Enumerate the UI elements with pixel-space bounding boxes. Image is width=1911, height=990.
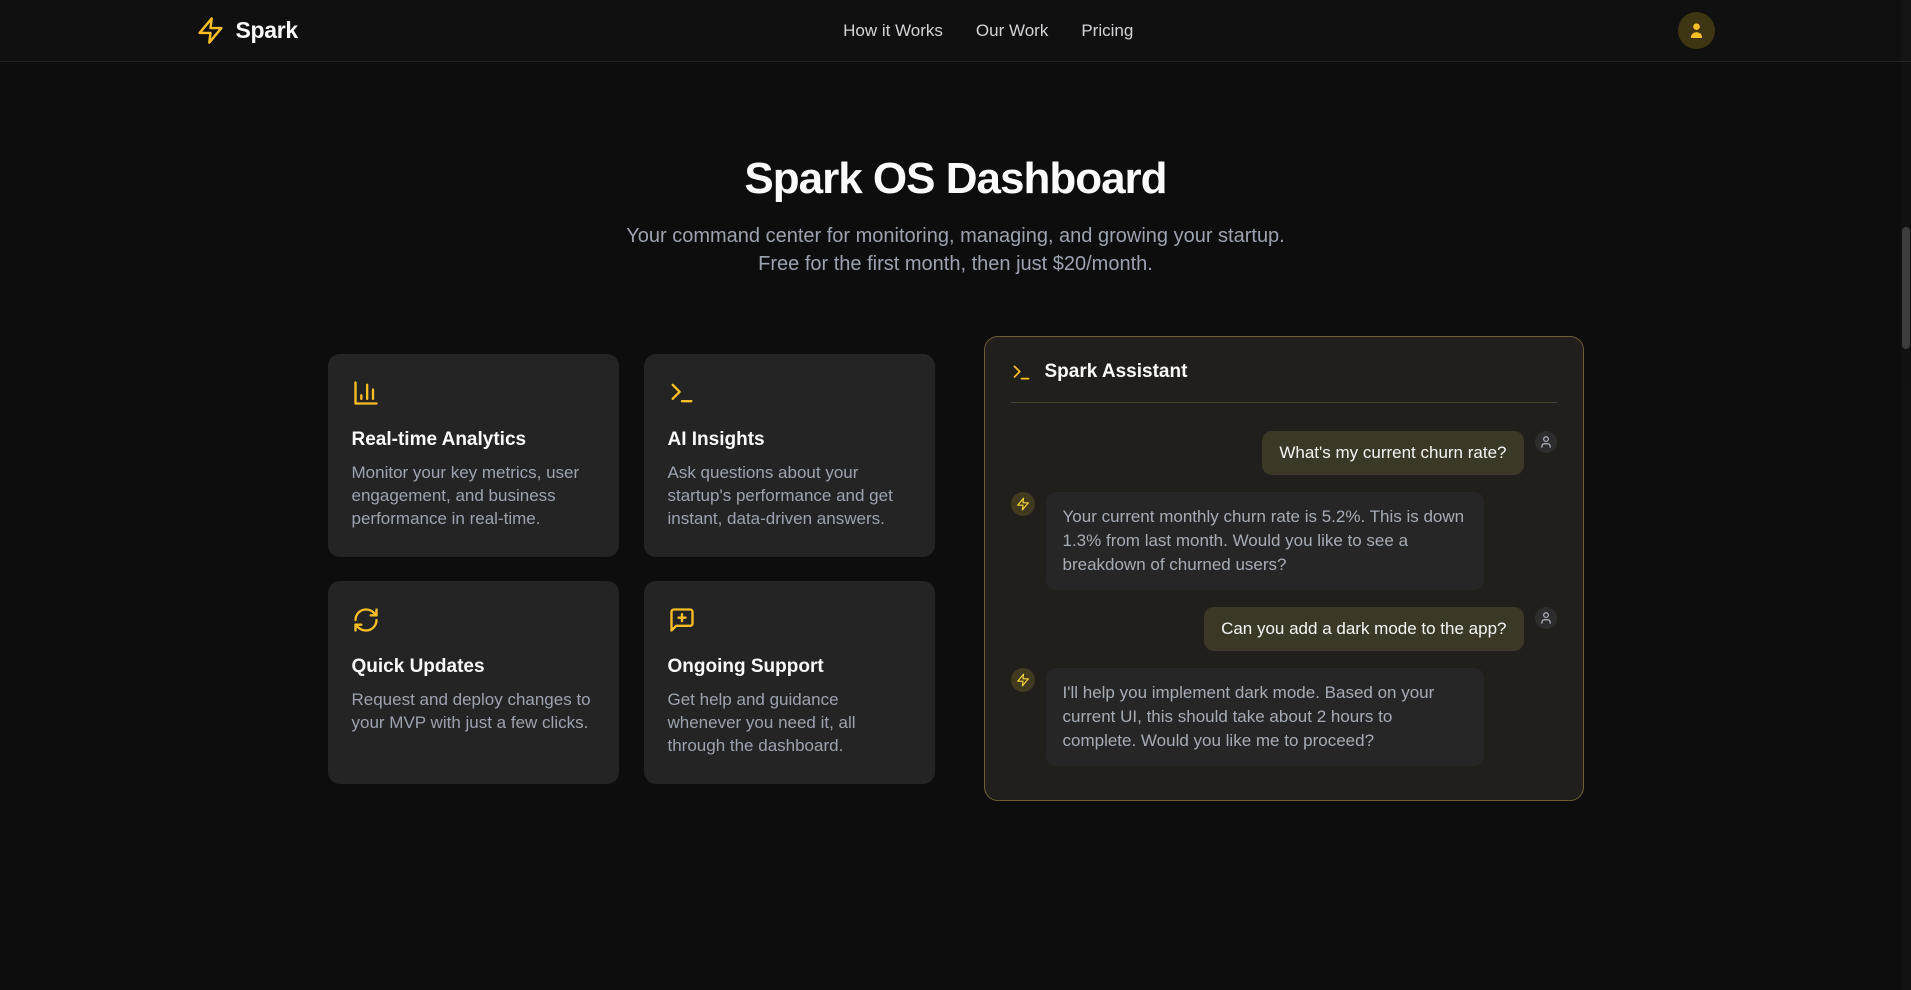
feature-title: Quick Updates [352,656,595,678]
brand-logo[interactable]: Spark [196,16,298,45]
feature-title: Ongoing Support [668,656,911,678]
assistant-title: Spark Assistant [1045,361,1188,383]
hero-section: Spark OS Dashboard Your command center f… [0,62,1911,278]
feature-description: Get help and guidance whenever you need … [668,688,911,757]
chat-message-assistant: I'll help you implement dark mode. Based… [1011,668,1557,766]
bar-chart-icon [352,379,595,407]
message-square-plus-icon [668,606,911,634]
assistant-message-bubble: Your current monthly churn rate is 5.2%.… [1046,492,1484,590]
user-icon [1539,611,1553,625]
page-scrollbar-thumb[interactable] [1902,227,1910,349]
nav-container: Spark How it Works Our Work Pricing [176,0,1736,61]
feature-description: Monitor your key metrics, user engagemen… [352,461,595,530]
features-grid: Real-time Analytics Monitor your key met… [328,354,935,784]
nav-link-how-it-works[interactable]: How it Works [843,21,943,41]
user-icon [1687,21,1706,40]
message-list: What's my current churn rate? Your curre… [1011,431,1557,766]
chat-message-user: Can you add a dark mode to the app? [1011,607,1557,651]
terminal-icon [1011,362,1032,383]
assistant-header-divider [1011,402,1557,403]
user-message-bubble: What's my current churn rate? [1262,431,1523,475]
nav-links: How it Works Our Work Pricing [843,21,1133,41]
nav-link-pricing[interactable]: Pricing [1081,21,1133,41]
chat-message-user: What's my current churn rate? [1011,431,1557,475]
assistant-message-bubble: I'll help you implement dark mode. Based… [1046,668,1484,766]
feature-description: Ask questions about your startup's perfo… [668,461,911,530]
assistant-avatar [1011,668,1035,692]
user-avatar [1535,607,1557,629]
feature-card-ai-insights: AI Insights Ask questions about your sta… [644,354,935,557]
feature-card-quick-updates: Quick Updates Request and deploy changes… [328,581,619,784]
feature-title: AI Insights [668,429,911,451]
page-title: Spark OS Dashboard [0,154,1911,204]
page-scrollbar-track [1901,0,1911,990]
user-icon [1539,435,1553,449]
account-avatar-button[interactable] [1678,12,1715,49]
assistant-avatar [1011,492,1035,516]
feature-description: Request and deploy changes to your MVP w… [352,688,595,734]
feature-card-realtime-analytics: Real-time Analytics Monitor your key met… [328,354,619,557]
spark-assistant-panel: Spark Assistant What's my current churn … [984,336,1584,801]
brand-name: Spark [236,17,298,44]
zap-icon [196,16,225,45]
feature-title: Real-time Analytics [352,429,595,451]
terminal-icon [668,379,911,407]
user-message-bubble: Can you add a dark mode to the app? [1204,607,1523,651]
page-subtitle: Your command center for monitoring, mana… [616,222,1296,278]
zap-icon [1016,673,1030,687]
zap-icon [1016,497,1030,511]
refresh-icon [352,606,595,634]
nav-link-our-work[interactable]: Our Work [976,21,1048,41]
feature-card-ongoing-support: Ongoing Support Get help and guidance wh… [644,581,935,784]
content-row: Real-time Analytics Monitor your key met… [0,336,1911,801]
assistant-header: Spark Assistant [1011,361,1557,383]
user-avatar [1535,431,1557,453]
chat-message-assistant: Your current monthly churn rate is 5.2%.… [1011,492,1557,590]
top-nav: Spark How it Works Our Work Pricing [0,0,1911,62]
